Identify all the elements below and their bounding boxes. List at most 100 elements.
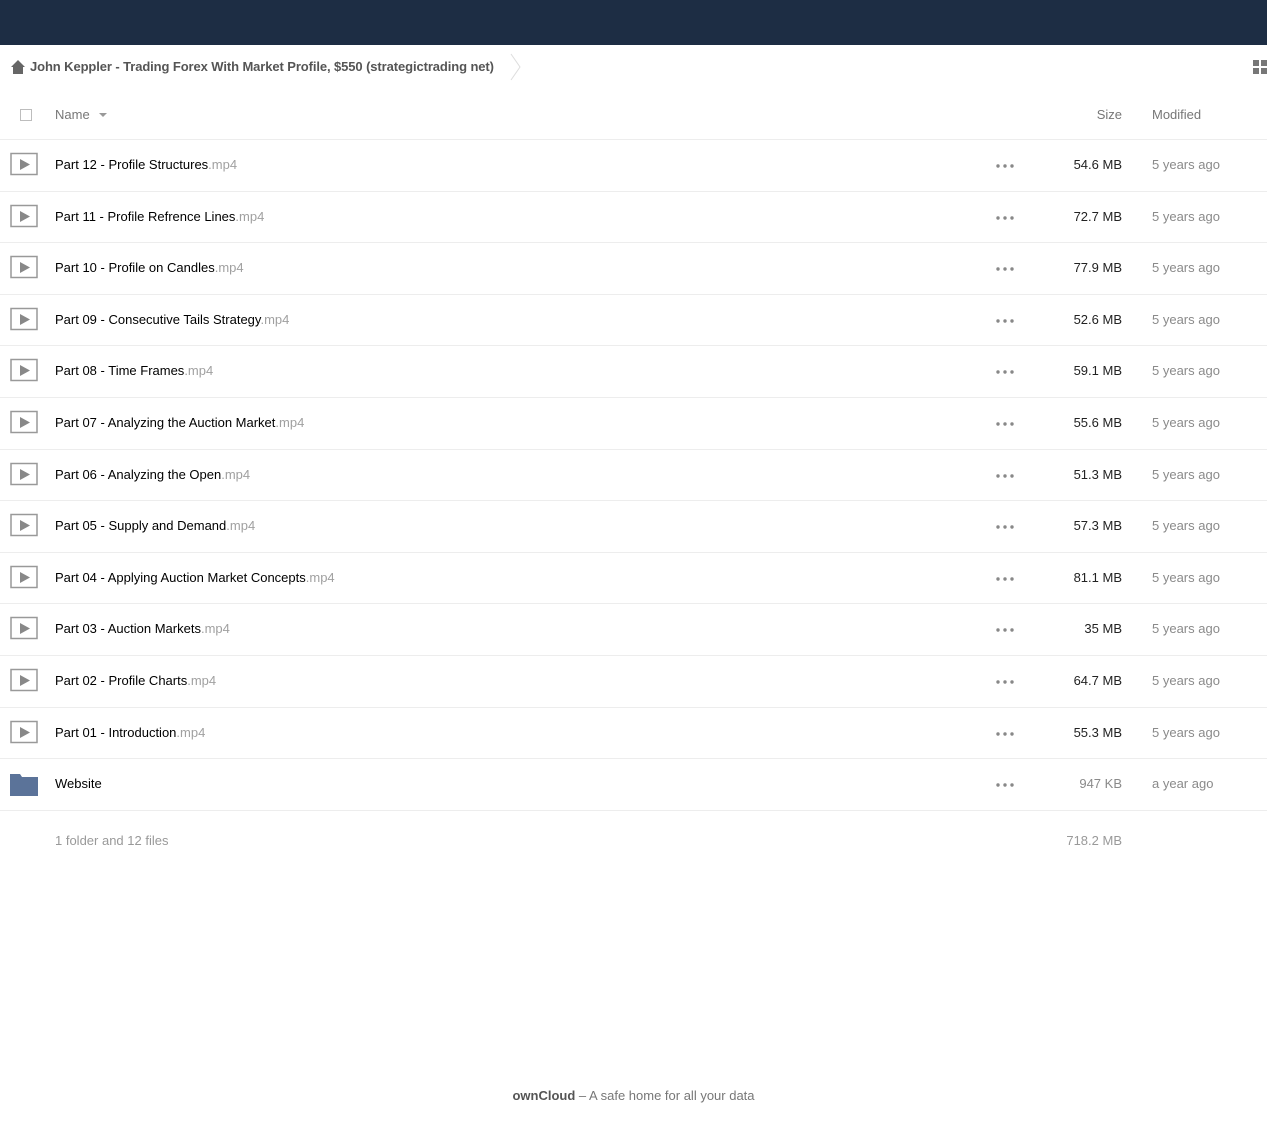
file-basename: Website xyxy=(55,776,102,792)
file-name[interactable]: Part 02 - Profile Charts.mp4 xyxy=(55,673,216,689)
video-file-icon[interactable] xyxy=(10,410,38,436)
more-actions-icon[interactable] xyxy=(996,783,1014,787)
summary-total-size: 718.2 MB xyxy=(1066,833,1122,848)
file-extension: .mp4 xyxy=(176,724,206,740)
more-actions-icon[interactable] xyxy=(996,215,1014,220)
file-name[interactable]: Part 09 - Consecutive Tails Strategy.mp4 xyxy=(55,312,289,328)
file-name[interactable]: Part 11 - Profile Refrence Lines.mp4 xyxy=(55,209,264,225)
file-size: 59.1 MB xyxy=(1073,363,1122,379)
file-modified: 5 years ago xyxy=(1152,518,1220,534)
file-name[interactable]: Part 04 - Applying Auction Market Concep… xyxy=(55,570,335,586)
more-actions-icon[interactable] xyxy=(996,680,1014,684)
file-extension: .mp4 xyxy=(235,208,265,224)
file-extension: .mp4 xyxy=(260,311,290,327)
sort-descending-icon[interactable] xyxy=(99,113,107,117)
more-actions-icon[interactable] xyxy=(996,319,1014,323)
file-basename: Part 01 - Introduction xyxy=(55,724,177,740)
grid-view-icon[interactable] xyxy=(1253,60,1267,74)
file-extension: .mp4 xyxy=(200,621,230,637)
file-basename: Part 05 - Supply and Demand xyxy=(55,518,227,534)
footer-brand[interactable]: ownCloud xyxy=(512,1088,575,1103)
file-row[interactable]: Part 04 - Applying Auction Market Concep… xyxy=(0,553,1267,605)
file-basename: Part 07 - Analyzing the Auction Market xyxy=(55,414,276,430)
more-actions-icon[interactable] xyxy=(996,473,1014,478)
file-row[interactable]: Part 02 - Profile Charts.mp4 64.7 MB 5 yea… xyxy=(0,656,1267,708)
file-modified: a year ago xyxy=(1152,776,1214,792)
file-name[interactable]: Part 03 - Auction Markets.mp4 xyxy=(55,621,230,637)
home-icon[interactable] xyxy=(10,59,26,75)
folder-row[interactable]: Website 947 KB a year ago xyxy=(0,759,1267,811)
more-actions-icon[interactable] xyxy=(996,370,1014,375)
file-size: 35 MB xyxy=(1084,621,1122,637)
file-name[interactable]: Part 01 - Introduction.mp4 xyxy=(55,725,205,741)
file-basename: Part 08 - Time Frames xyxy=(55,363,185,379)
summary-count: 1 folder and 12 files xyxy=(55,833,169,848)
file-basename: Part 06 - Analyzing the Open xyxy=(55,466,222,482)
more-actions-icon[interactable] xyxy=(996,628,1014,633)
more-actions-icon[interactable] xyxy=(996,267,1014,271)
column-modified[interactable]: Modified xyxy=(1152,107,1201,123)
video-file-icon[interactable] xyxy=(10,462,38,488)
file-size: 81.1 MB xyxy=(1073,569,1122,585)
file-size: 64.7 MB xyxy=(1073,672,1122,688)
column-name[interactable]: Name xyxy=(55,107,90,123)
video-file-icon[interactable] xyxy=(10,152,38,178)
file-name[interactable]: Part 08 - Time Frames.mp4 xyxy=(55,363,213,379)
file-row[interactable]: Part 05 - Supply and Demand.mp4 57.3 MB 5 … xyxy=(0,501,1267,553)
file-name[interactable]: Website xyxy=(55,776,102,792)
file-name[interactable]: Part 12 - Profile Structures.mp4 xyxy=(55,157,237,173)
file-size: 55.3 MB xyxy=(1073,724,1122,740)
file-name[interactable]: Part 10 - Profile on Candles.mp4 xyxy=(55,260,244,276)
video-file-icon[interactable] xyxy=(10,358,38,384)
select-all-checkbox[interactable] xyxy=(20,109,32,121)
file-row[interactable]: Part 07 - Analyzing the Auction Market.m… xyxy=(0,398,1267,450)
file-list: Part 12 - Profile Structures.mp4 54.6 MB 5… xyxy=(0,140,1267,811)
file-basename: Part 09 - Consecutive Tails Strategy xyxy=(55,311,261,327)
folder-icon[interactable] xyxy=(10,771,38,797)
file-extension: .mp4 xyxy=(214,260,244,276)
file-row[interactable]: Part 08 - Time Frames.mp4 59.1 MB 5 years … xyxy=(0,346,1267,398)
breadcrumb-current-folder[interactable]: John Keppler - Trading Forex With Market… xyxy=(30,59,494,75)
file-extension: .mp4 xyxy=(275,414,305,430)
file-modified: 5 years ago xyxy=(1152,569,1220,585)
file-extension: .mp4 xyxy=(187,672,217,688)
file-size: 55.6 MB xyxy=(1073,414,1122,430)
file-name[interactable]: Part 07 - Analyzing the Auction Market.m… xyxy=(55,415,304,431)
file-size: 54.6 MB xyxy=(1073,157,1122,172)
more-actions-icon[interactable] xyxy=(996,577,1014,581)
video-file-icon[interactable] xyxy=(10,513,38,539)
file-modified: 5 years ago xyxy=(1152,724,1220,740)
file-row[interactable]: Part 01 - Introduction.mp4 55.3 MB 5 years… xyxy=(0,708,1267,760)
video-file-icon[interactable] xyxy=(10,616,38,642)
video-file-icon[interactable] xyxy=(10,720,38,746)
file-basename: Part 04 - Applying Auction Market Concep… xyxy=(55,569,306,585)
video-file-icon[interactable] xyxy=(10,668,38,694)
file-row[interactable]: Part 10 - Profile on Candles.mp4 77.9 MB 5… xyxy=(0,243,1267,295)
file-modified: 5 years ago xyxy=(1152,414,1220,430)
file-list-header: Name Size Modified xyxy=(0,89,1267,140)
more-actions-icon[interactable] xyxy=(996,422,1014,426)
file-extension: .mp4 xyxy=(226,518,256,534)
file-basename: Part 12 - Profile Structures xyxy=(55,157,209,172)
file-basename: Part 02 - Profile Charts xyxy=(55,672,188,688)
video-file-icon[interactable] xyxy=(10,255,38,281)
file-name[interactable]: Part 06 - Analyzing the Open.mp4 xyxy=(55,467,250,483)
file-name[interactable]: Part 05 - Supply and Demand.mp4 xyxy=(55,518,255,534)
file-row[interactable]: Part 12 - Profile Structures.mp4 54.6 MB 5… xyxy=(0,140,1267,192)
more-actions-icon[interactable] xyxy=(996,525,1014,529)
column-size[interactable]: Size xyxy=(1097,107,1122,123)
more-actions-icon[interactable] xyxy=(996,164,1014,168)
file-extension: .mp4 xyxy=(221,466,251,482)
video-file-icon[interactable] xyxy=(10,565,38,591)
file-row[interactable]: Part 06 - Analyzing the Open.mp4 51.3 MB 5… xyxy=(0,450,1267,502)
file-row[interactable]: Part 11 - Profile Refrence Lines.mp4 72.7… xyxy=(0,192,1267,244)
video-file-icon[interactable] xyxy=(10,307,38,333)
more-actions-icon[interactable] xyxy=(996,731,1014,736)
file-modified: 5 years ago xyxy=(1152,363,1220,379)
file-row[interactable]: Part 09 - Consecutive Tails Strategy.mp4… xyxy=(0,295,1267,347)
footer: ownCloud – A safe home for all your data xyxy=(0,1088,1267,1104)
file-row[interactable]: Part 03 - Auction Markets.mp4 35 MB 5 year… xyxy=(0,604,1267,656)
video-file-icon[interactable] xyxy=(10,204,38,230)
file-size: 947 KB xyxy=(1079,776,1122,792)
file-modified: 5 years ago xyxy=(1152,466,1220,482)
